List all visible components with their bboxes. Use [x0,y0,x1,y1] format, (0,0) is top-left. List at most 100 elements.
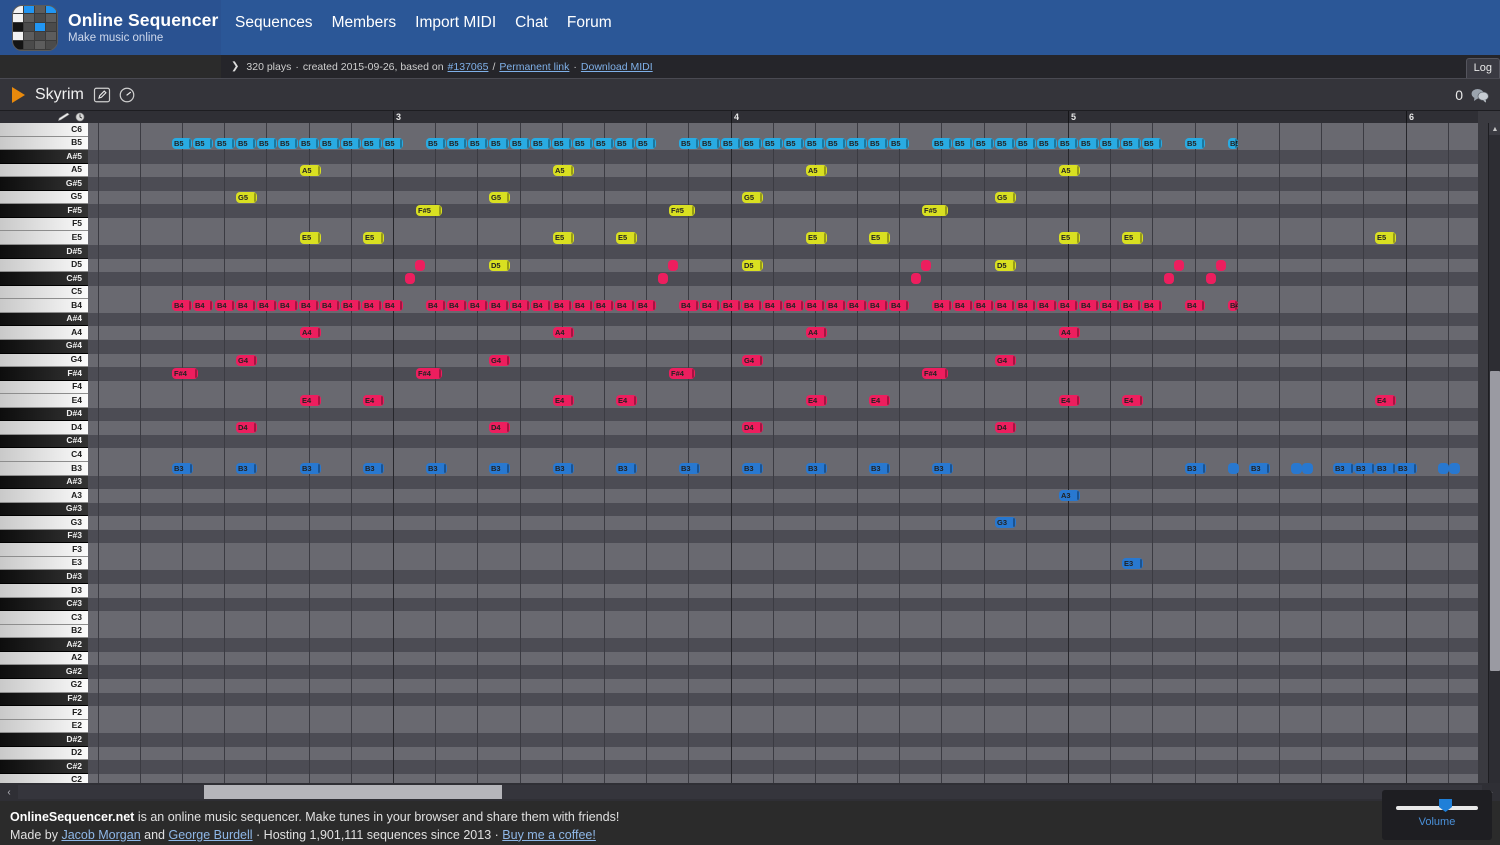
grid-row[interactable] [88,285,1478,300]
note-B3[interactable]: B3 [679,463,700,475]
grid-row[interactable] [88,204,1478,218]
based-on-link[interactable]: #137065 [448,61,489,73]
piano-key-Asharp2[interactable]: A#2 [0,638,88,652]
note-B3[interactable]: B3 [553,463,574,475]
note-E4[interactable]: E4 [616,395,637,407]
piano-key-Gsharp3[interactable]: G#3 [0,502,88,517]
note[interactable] [1302,463,1313,475]
note-B4[interactable]: B4 [742,300,762,312]
note-E5[interactable]: E5 [806,232,827,244]
grid-row[interactable] [88,746,1478,761]
note[interactable] [911,273,921,285]
grid-row[interactable] [88,529,1478,544]
note-B4[interactable]: B4 [679,300,699,312]
note-B4[interactable]: B4 [172,300,192,312]
note[interactable] [1228,463,1239,475]
note-B5[interactable]: B5 [721,137,741,149]
grid-row[interactable] [88,367,1478,381]
note-B3[interactable]: B3 [1375,463,1396,475]
note-B3[interactable]: B3 [426,463,447,475]
note-B5[interactable]: B5 [531,137,551,149]
note-B5[interactable]: B5 [278,137,298,149]
piano-key-Gsharp2[interactable]: G#2 [0,665,88,679]
piano-key-A2[interactable]: A2 [0,651,88,666]
grid-row[interactable] [88,272,1478,286]
note-D5[interactable]: D5 [995,259,1016,271]
nav-link-chat[interactable]: Chat [515,14,548,32]
note-B4[interactable]: B4 [889,300,909,312]
note-E4[interactable]: E4 [1059,395,1080,407]
speech-bubble-icon[interactable] [1470,87,1490,103]
note-B4[interactable]: B4 [636,300,656,312]
note-B3[interactable]: B3 [300,463,321,475]
grid-row[interactable] [88,678,1478,693]
piano-key-E2[interactable]: E2 [0,719,88,734]
note-D4[interactable]: D4 [236,422,257,434]
grid-row[interactable] [88,611,1478,625]
note-Fsharp5[interactable]: F#5 [922,205,948,217]
note-B5[interactable]: B5 [362,137,382,149]
note-B4[interactable]: B4 [299,300,319,312]
note-B4[interactable]: B4 [805,300,825,312]
note[interactable] [658,273,668,285]
note-B4[interactable]: B4 [1228,300,1238,312]
piano-key-B4[interactable]: B4 [0,299,88,313]
piano-key-D3[interactable]: D3 [0,584,88,598]
piano-key-E3[interactable]: E3 [0,556,88,571]
comments-area[interactable]: 0 [1455,87,1490,103]
note-B4[interactable]: B4 [552,300,572,312]
note-B5[interactable]: B5 [447,137,467,149]
note-A5[interactable]: A5 [806,164,827,176]
note-B5[interactable]: B5 [299,137,319,149]
horizontal-scroll-thumb[interactable] [204,785,502,799]
note-B5[interactable]: B5 [1037,137,1057,149]
note-Fsharp4[interactable]: F#4 [416,368,442,380]
grid-row[interactable] [88,556,1478,571]
piano-key-Gsharp5[interactable]: G#5 [0,177,88,191]
login-button[interactable]: Log [1465,58,1500,80]
play-triangle-icon[interactable] [12,86,25,103]
note[interactable] [921,259,931,271]
piano-key-Csharp5[interactable]: C#5 [0,272,88,286]
note-G4[interactable]: G4 [742,354,763,366]
note-D4[interactable]: D4 [742,422,763,434]
note-B5[interactable]: B5 [974,137,994,149]
grid-row[interactable] [88,475,1478,490]
note-E4[interactable]: E4 [806,395,827,407]
note-E3[interactable]: E3 [1122,557,1143,569]
note-B4[interactable]: B4 [995,300,1015,312]
note-B5[interactable]: B5 [889,137,909,149]
note-B4[interactable]: B4 [826,300,846,312]
note-A3[interactable]: A3 [1059,490,1080,502]
note-B4[interactable]: B4 [1185,300,1205,312]
piano-key-Dsharp2[interactable]: D#2 [0,733,88,747]
note-B4[interactable]: B4 [594,300,614,312]
vertical-scroll-thumb[interactable] [1490,371,1500,671]
piano-key-Gsharp4[interactable]: G#4 [0,339,88,354]
piano-key-Fsharp4[interactable]: F#4 [0,367,88,381]
note[interactable] [405,273,415,285]
note-B4[interactable]: B4 [341,300,361,312]
grid-row[interactable] [88,651,1478,666]
note-B4[interactable]: B4 [193,300,213,312]
piano-key-Csharp3[interactable]: C#3 [0,597,88,612]
note-B5[interactable]: B5 [636,137,656,149]
grid-row[interactable] [88,177,1478,191]
grid-row[interactable] [88,394,1478,408]
piano-key-B5[interactable]: B5 [0,136,88,151]
note-D4[interactable]: D4 [995,422,1016,434]
note-B4[interactable]: B4 [784,300,804,312]
piano-key-F2[interactable]: F2 [0,706,88,720]
note-B5[interactable]: B5 [552,137,572,149]
note-B5[interactable]: B5 [932,137,952,149]
piano-key-C6[interactable]: C6 [0,123,88,137]
note-B5[interactable]: B5 [615,137,635,149]
note-Fsharp4[interactable]: F#4 [172,368,198,380]
brand-block[interactable]: Online Sequencer Make music online [0,0,221,55]
note-E5[interactable]: E5 [1059,232,1080,244]
note-E5[interactable]: E5 [300,232,321,244]
note[interactable] [1449,463,1460,475]
note-E4[interactable]: E4 [363,395,384,407]
piano-key-Csharp2[interactable]: C#2 [0,760,88,774]
note-B4[interactable]: B4 [615,300,635,312]
